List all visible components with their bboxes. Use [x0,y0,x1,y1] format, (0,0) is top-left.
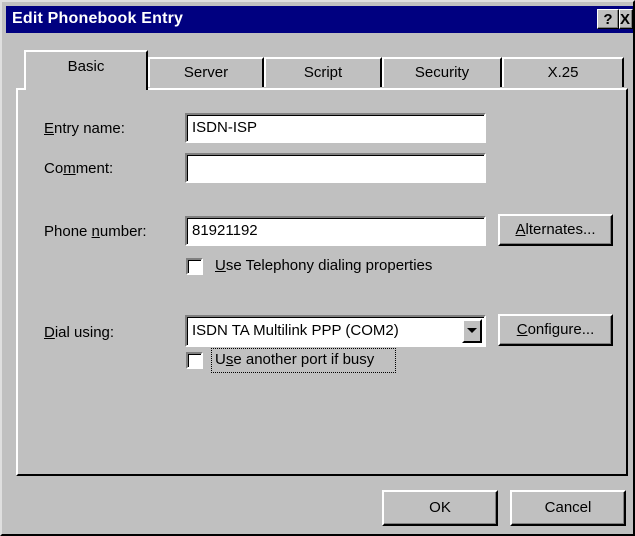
comment-label: Comment: [44,160,114,177]
tab-script[interactable]: Script [264,57,382,87]
cancel-button[interactable]: Cancel [510,490,626,526]
tab-label: Basic [67,58,105,75]
chevron-down-icon[interactable] [462,319,482,343]
close-icon: X [620,11,631,28]
basic-tab-panel: Entry name: ISDN-ISP Comment: Phone numb… [16,88,628,476]
tab-label: Security [414,64,470,81]
tab-label: Script [303,64,343,81]
phone-number-label: Phone number: [44,223,147,240]
question-mark-icon: ? [603,11,613,28]
dial-using-label: Dial using: [44,324,115,341]
comment-input[interactable] [185,153,486,183]
entry-name-label: Entry name: [44,120,125,137]
entry-name-input[interactable]: ISDN-ISP [185,113,486,143]
tab-label: Server [183,64,229,81]
phone-number-input[interactable]: 81921192 [185,216,486,246]
tab-x25[interactable]: X.25 [502,57,624,87]
configure-button[interactable]: Configure... [498,314,613,346]
window-title: Edit Phonebook Entry [12,10,184,27]
tab-label: X.25 [547,64,579,81]
telephony-checkbox[interactable] [186,258,203,275]
alternates-button[interactable]: Alternates... [498,214,613,246]
close-button[interactable]: X [619,9,633,29]
dial-using-select[interactable]: ISDN TA Multilink PPP (COM2) [185,315,486,347]
tab-basic[interactable]: Basic [24,50,148,90]
help-button[interactable]: ? [597,9,619,29]
tab-server[interactable]: Server [148,57,264,87]
another-port-checkbox[interactable] [186,352,203,369]
dial-using-value: ISDN TA Multilink PPP (COM2) [192,322,399,339]
telephony-checkbox-label[interactable]: Use Telephony dialing properties [215,257,432,274]
another-port-checkbox-label[interactable]: Use another port if busy [215,351,374,368]
title-bar[interactable]: Edit Phonebook Entry ? X [6,6,633,33]
edit-phonebook-dialog: Edit Phonebook Entry ? X Basic Server Sc… [0,0,635,536]
tab-security[interactable]: Security [382,57,502,87]
ok-button[interactable]: OK [382,490,498,526]
